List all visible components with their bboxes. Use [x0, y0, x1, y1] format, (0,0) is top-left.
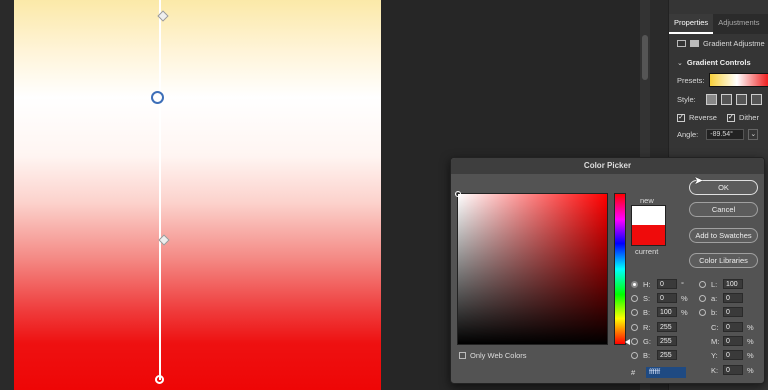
b-lab-radio[interactable]: [699, 309, 706, 316]
r-label: R:: [643, 323, 651, 332]
only-web-colors-label: Only Web Colors: [470, 351, 527, 360]
color-field-marker[interactable]: [455, 191, 461, 197]
k-label: K:: [711, 366, 719, 375]
mask-icon: [690, 40, 699, 47]
h-input[interactable]: 0: [657, 279, 677, 289]
options-row: ✓ Reverse ✓ Dither: [677, 113, 759, 122]
c-input[interactable]: 0: [723, 322, 743, 332]
green-radio[interactable]: [631, 338, 638, 345]
degree-unit: °: [681, 280, 684, 289]
linear-style-button[interactable]: [705, 94, 717, 105]
reverse-label: Reverse: [689, 113, 717, 122]
gradient-canvas[interactable]: [14, 0, 381, 390]
b-lab-input[interactable]: 0: [723, 307, 743, 317]
percent-unit: %: [747, 366, 754, 375]
section-title: Gradient Controls: [686, 58, 751, 67]
style-label: Style:: [677, 95, 696, 104]
saturation-radio[interactable]: [631, 295, 638, 302]
percent-unit: %: [747, 323, 754, 332]
current-label: current: [635, 247, 659, 256]
a-input[interactable]: 0: [723, 293, 743, 303]
dither-label: Dither: [738, 113, 759, 122]
m-label: M:: [711, 337, 720, 346]
angle-style-button[interactable]: [735, 94, 747, 105]
y-label: Y:: [711, 351, 718, 360]
brightness-input[interactable]: 100: [657, 307, 677, 317]
cancel-button[interactable]: Cancel: [689, 202, 758, 217]
reflected-style-button[interactable]: [750, 94, 762, 105]
g-label: G:: [643, 337, 651, 346]
b-lab-label: b:: [711, 308, 718, 317]
radial-style-button[interactable]: [720, 94, 732, 105]
scrollbar-thumb[interactable]: [642, 35, 648, 80]
hex-label: #: [631, 368, 636, 377]
r-input[interactable]: 255: [657, 322, 677, 332]
hex-input[interactable]: ffffff: [646, 367, 686, 378]
a-radio[interactable]: [699, 295, 706, 302]
gradient-color-stop-selected[interactable]: [151, 91, 164, 104]
red-radio[interactable]: [631, 324, 638, 331]
s-input[interactable]: 0: [657, 293, 677, 303]
saturation-brightness-field[interactable]: [455, 191, 608, 345]
s-label: S:: [643, 294, 651, 303]
hue-slider-handle[interactable]: [625, 339, 630, 345]
percent-unit: %: [681, 308, 688, 317]
b-rgb-label: B:: [643, 351, 651, 360]
add-to-swatches-button[interactable]: Add to Swatches: [689, 228, 758, 243]
dialog-title[interactable]: Color Picker: [451, 158, 764, 174]
lightness-radio[interactable]: [699, 281, 706, 288]
color-picker-dialog: Color Picker new current OK Cancel Add t…: [450, 157, 765, 384]
mouse-cursor-icon: ➤: [694, 175, 704, 187]
reverse-checkbox[interactable]: ✓: [677, 113, 685, 122]
tab-properties[interactable]: Properties: [669, 14, 714, 34]
percent-unit: %: [747, 337, 754, 346]
percent-unit: %: [747, 351, 754, 360]
gradient-controls-header[interactable]: ⌄ Gradient Controls: [677, 58, 751, 67]
new-label: new: [640, 196, 654, 205]
brightness-radio[interactable]: [631, 309, 638, 316]
blue-radio[interactable]: [631, 352, 638, 359]
current-color-swatch[interactable]: [631, 225, 666, 246]
gradient-color-stop[interactable]: [155, 375, 164, 384]
m-input[interactable]: 0: [723, 336, 743, 346]
angle-row: Angle: -89.54° ⌄: [677, 129, 759, 140]
gradient-preset-swatch[interactable]: [708, 73, 768, 87]
g-input[interactable]: 255: [657, 336, 677, 346]
presets-label: Presets:: [677, 75, 705, 85]
only-web-colors-checkbox[interactable]: [459, 352, 466, 359]
angle-input[interactable]: -89.54°: [706, 129, 745, 140]
style-row: Style:: [677, 94, 762, 105]
chevron-down-icon: ⌄: [677, 59, 683, 67]
hue-radio[interactable]: [631, 281, 638, 288]
blue-input[interactable]: 255: [657, 350, 677, 360]
a-label: a:: [711, 294, 718, 303]
l-input[interactable]: 100: [723, 279, 743, 289]
layer-type-label: Gradient Adjustme: [703, 39, 765, 48]
c-label: C:: [711, 323, 719, 332]
panel-tabs: Properties Adjustments: [669, 14, 768, 34]
l-label: L:: [711, 280, 718, 289]
y-input[interactable]: 0: [723, 350, 743, 360]
b-label: B:: [643, 308, 651, 317]
adjustment-layer-icon: [677, 40, 686, 47]
gradient-angle-line[interactable]: [159, 0, 161, 380]
chevron-down-icon[interactable]: ⌄: [748, 129, 759, 140]
presets-row: Presets:: [677, 73, 768, 87]
angle-label: Angle:: [677, 130, 699, 139]
hue-slider[interactable]: [614, 193, 626, 345]
tab-adjustments[interactable]: Adjustments: [713, 14, 764, 34]
color-libraries-button[interactable]: Color Libraries: [689, 253, 758, 268]
h-label: H:: [643, 280, 651, 289]
percent-unit: %: [681, 294, 688, 303]
k-input[interactable]: 0: [723, 365, 743, 375]
dither-checkbox[interactable]: ✓: [726, 113, 735, 122]
new-color-swatch: [631, 205, 666, 226]
layer-type-row: Gradient Adjustme: [677, 39, 765, 48]
